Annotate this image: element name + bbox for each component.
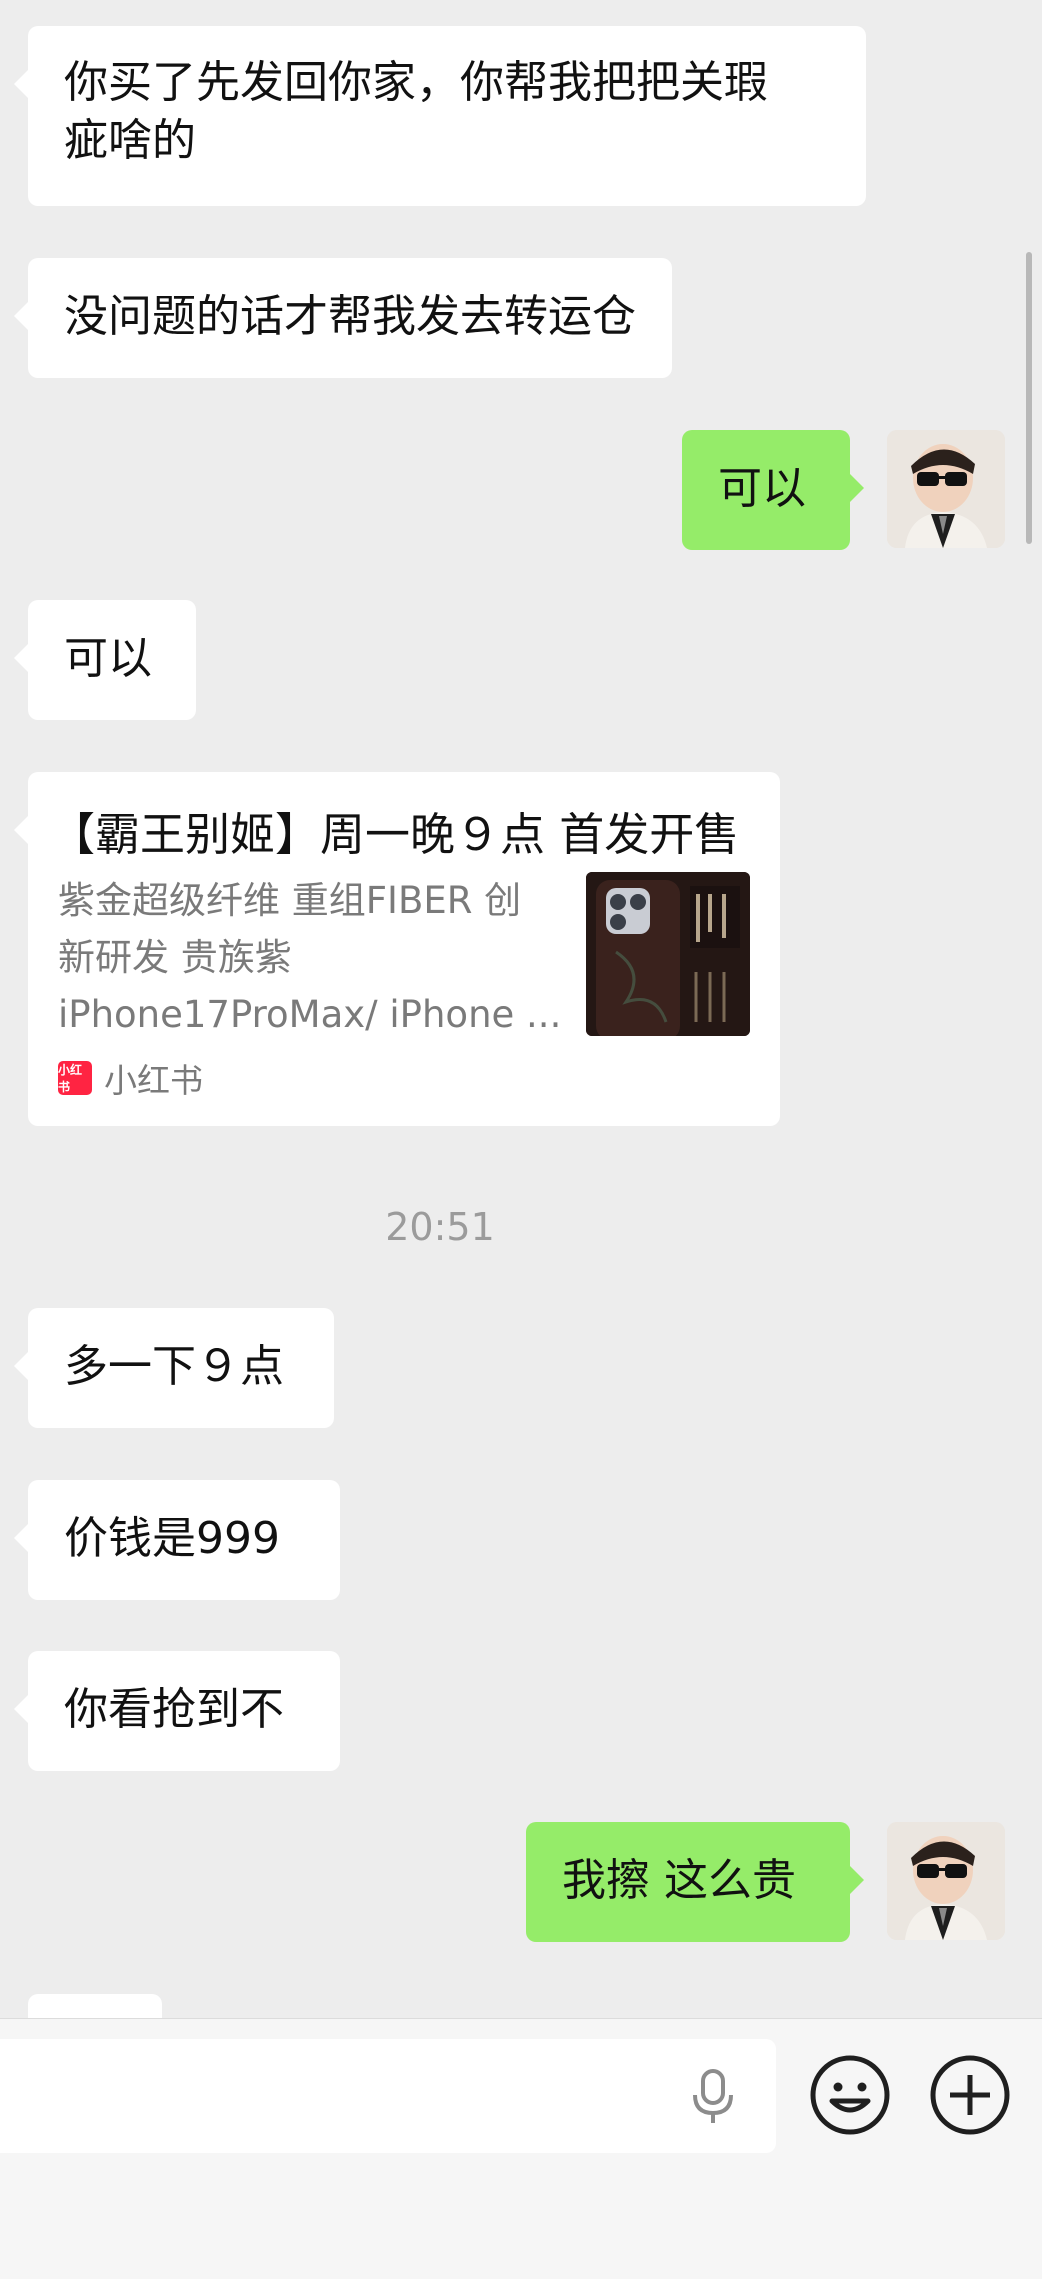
avatar[interactable] (887, 430, 1005, 548)
message-bubble-outgoing[interactable]: 我擦 这么贵 (526, 1822, 864, 1942)
card-source-name: 小红书 (104, 1061, 203, 1100)
message-text: 疵啥的 (64, 115, 196, 166)
mic-icon[interactable] (686, 2067, 740, 2127)
message-text: 你看抢到不 (64, 1684, 284, 1735)
avatar-boy-sunglasses-icon (887, 430, 1005, 548)
phone-case-image-icon (586, 872, 750, 1036)
message-bubble-incoming[interactable]: 价钱是999 (14, 1480, 340, 1600)
card-desc-line: 紫金超级纤维 重组FIBER 创 (58, 879, 522, 922)
card-title: 【霸王别姬】周一晚９点 首发开售 (50, 808, 740, 861)
message-text: 你买了先发回你家，你帮我把把关瑕 (64, 57, 768, 108)
message-text: 我擦 这么贵 (562, 1855, 796, 1906)
card-desc-line: iPhone17ProMax/ iPhone ... (58, 993, 562, 1036)
message-text: 多一下９点 (64, 1341, 284, 1392)
timestamp: 20:51 (385, 1205, 495, 1249)
message-text: 可以 (718, 463, 806, 514)
chat-area[interactable]: 你买了先发回你家，你帮我把把关瑕 疵啥的 没问题的话才帮我发去转运仓 可以 可以… (0, 0, 1042, 2018)
input-bar (0, 2018, 1042, 2279)
message-bubble-incoming[interactable]: 可以 (14, 600, 196, 720)
xiaohongshu-logo-icon: 小红书 (58, 1061, 92, 1095)
message-text: 可以 (64, 633, 152, 684)
plus-icon[interactable] (928, 2053, 1012, 2137)
message-bubble-incoming-partial[interactable] (28, 1994, 162, 2018)
card-description: 紫金超级纤维 重组FIBER 创 新研发 贵族紫 iPhone17ProMax/… (58, 872, 578, 1043)
message-bubble-incoming[interactable]: 多一下９点 (14, 1308, 334, 1428)
emoji-icon[interactable] (808, 2053, 892, 2137)
scroll-indicator[interactable] (1026, 252, 1032, 544)
avatar-boy-sunglasses-icon (887, 1822, 1005, 1940)
message-text: 没问题的话才帮我发去转运仓 (64, 291, 636, 342)
card-desc-line: 新研发 贵族紫 (58, 936, 292, 979)
link-card[interactable]: 【霸王别姬】周一晚９点 首发开售 紫金超级纤维 重组FIBER 创 新研发 贵族… (14, 772, 780, 1126)
message-input[interactable] (0, 2039, 776, 2153)
message-bubble-outgoing[interactable]: 可以 (682, 430, 864, 550)
message-text: 价钱是999 (64, 1513, 280, 1564)
message-bubble-incoming[interactable]: 你看抢到不 (14, 1651, 340, 1771)
card-source: 小红书 小红书 (58, 1054, 203, 1102)
message-bubble-incoming[interactable]: 没问题的话才帮我发去转运仓 (14, 258, 672, 378)
card-thumbnail (586, 872, 750, 1036)
message-bubble-incoming[interactable]: 你买了先发回你家，你帮我把把关瑕 疵啥的 (14, 26, 866, 206)
avatar[interactable] (887, 1822, 1005, 1940)
